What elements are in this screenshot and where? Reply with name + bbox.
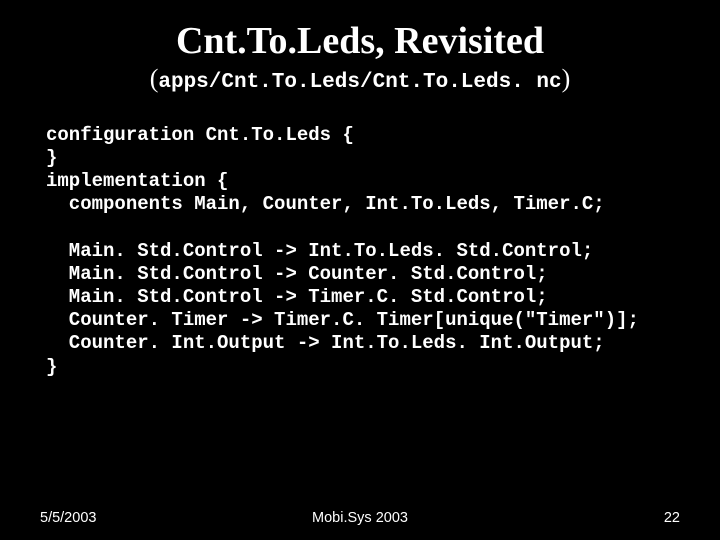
subtitle-path: apps/Cnt.To.Leds/Cnt.To.Leds. nc — [158, 71, 561, 94]
code-block: configuration Cnt.To.Leds { } implementa… — [46, 124, 680, 379]
slide-subtitle: (apps/Cnt.To.Leds/Cnt.To.Leds. nc) — [40, 64, 680, 94]
slide: Cnt.To.Leds, Revisited (apps/Cnt.To.Leds… — [0, 0, 720, 540]
footer-page-number: 22 — [664, 510, 680, 526]
slide-title: Cnt.To.Leds, Revisited — [40, 22, 680, 62]
paren-close: ) — [562, 64, 571, 93]
footer-venue: Mobi.Sys 2003 — [40, 510, 680, 526]
